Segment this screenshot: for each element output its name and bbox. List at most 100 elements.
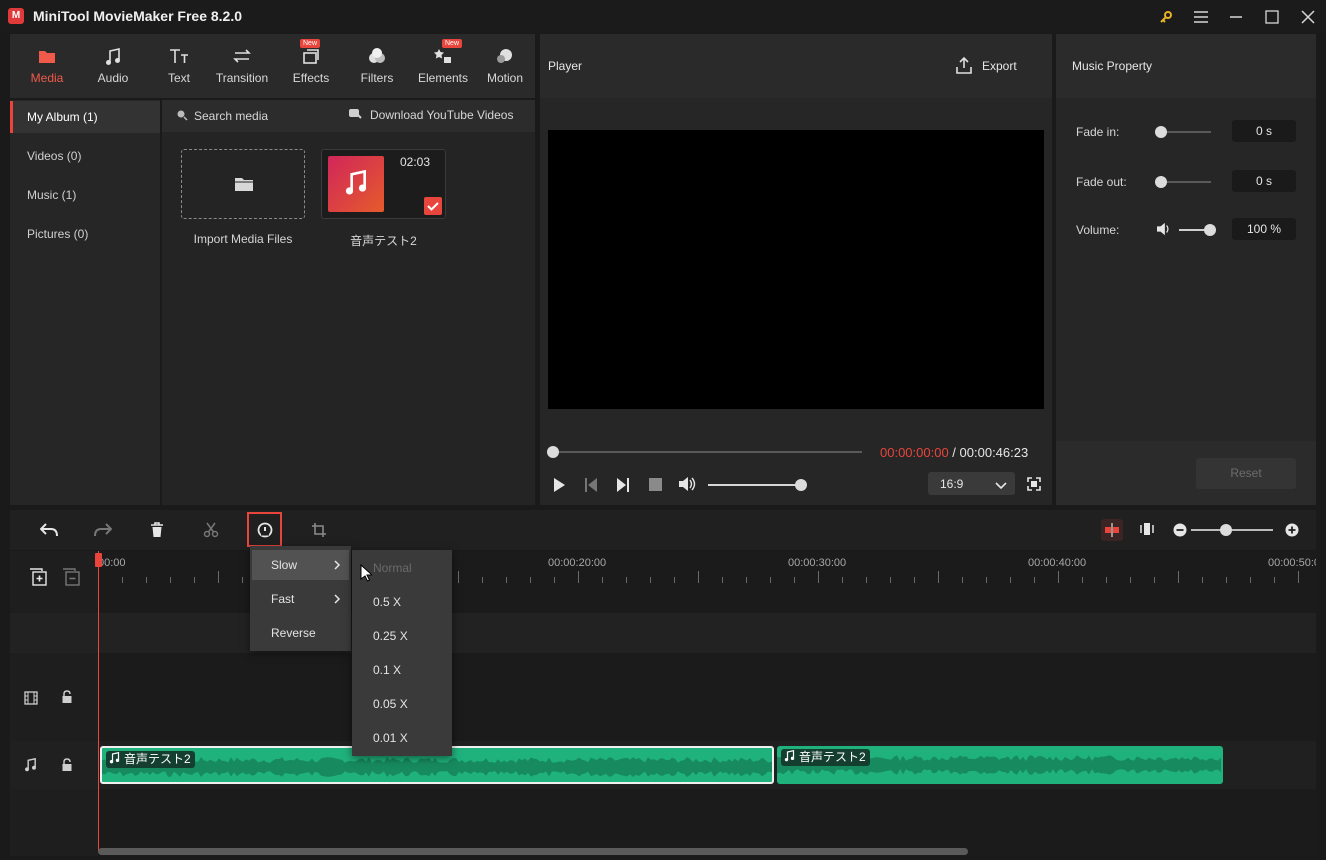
empty-track: [10, 613, 1316, 653]
ruler-tick: [1058, 571, 1059, 583]
checkmark-icon[interactable]: [424, 197, 442, 215]
playback-progress-track[interactable]: [552, 451, 862, 453]
audio-clip[interactable]: 音声テスト2: [777, 746, 1223, 784]
redo-icon[interactable]: [94, 522, 113, 541]
reset-button[interactable]: Reset: [1196, 458, 1296, 489]
import-media-tile[interactable]: [181, 149, 305, 219]
ruler-tick: [746, 577, 747, 583]
zoom-slider-track[interactable]: [1191, 529, 1273, 531]
search-input[interactable]: Search media: [194, 109, 268, 123]
snap-toggle[interactable]: [1101, 519, 1123, 541]
key-icon[interactable]: [1155, 6, 1177, 28]
ruler-label: 00:00:50:00: [1268, 557, 1316, 569]
tab-motion[interactable]: Motion: [476, 34, 534, 98]
film-icon: [24, 691, 38, 708]
window-title: MiniTool MovieMaker Free 8.2.0: [33, 8, 243, 24]
fade-in-value[interactable]: 0 s: [1232, 120, 1296, 142]
ruler-tick: [458, 571, 459, 583]
delete-icon[interactable]: [150, 522, 164, 541]
speed-button[interactable]: [247, 512, 282, 547]
undo-icon[interactable]: [39, 522, 58, 541]
menu-icon[interactable]: [1190, 6, 1212, 28]
ruler-label: 00:00:30:00: [788, 557, 847, 569]
aspect-ratio-select[interactable]: 16:9: [928, 472, 1015, 495]
ruler-tick: [866, 577, 867, 583]
volume-property-slider-knob[interactable]: [1204, 224, 1216, 236]
previous-frame-icon[interactable]: [584, 477, 598, 496]
player-title: Player: [548, 59, 583, 73]
remove-track-icon[interactable]: [62, 568, 80, 589]
fade-out-label: Fade out:: [1076, 175, 1127, 189]
lock-open-icon[interactable]: [61, 690, 73, 707]
album-item-videos[interactable]: Videos (0): [10, 140, 160, 172]
fit-icon[interactable]: [1140, 522, 1154, 539]
ruler-tick: [506, 577, 507, 583]
tab-filters[interactable]: Filters: [344, 34, 410, 98]
menu-item-reverse[interactable]: Reverse: [252, 618, 349, 648]
ruler-tick: [1010, 577, 1011, 583]
tab-audio-label: Audio: [97, 71, 129, 85]
album-item-music[interactable]: Music (1): [10, 179, 160, 211]
scissors-icon[interactable]: [203, 522, 219, 541]
tab-filters-label: Filters: [360, 71, 394, 85]
crop-icon[interactable]: [311, 522, 327, 541]
volume-value[interactable]: 100 %: [1232, 218, 1296, 240]
ruler-tick: [194, 577, 195, 583]
album-item-my-album[interactable]: My Album (1): [10, 101, 160, 133]
ruler-tick: [938, 571, 939, 583]
slow-option-0-01x[interactable]: 0.01 X: [352, 721, 452, 755]
media-toolbar: Media Audio Text Transition New Effects …: [10, 34, 535, 98]
stop-icon[interactable]: [649, 478, 662, 491]
effects-icon: [303, 49, 319, 64]
slow-option-0-25x[interactable]: 0.25 X: [352, 619, 452, 653]
chevron-right-icon: [333, 584, 341, 615]
zoom-out-icon[interactable]: [1173, 523, 1187, 540]
media-item-tile[interactable]: 02:03: [321, 149, 446, 219]
music-note-icon: [784, 749, 795, 762]
timeline-scrollbar[interactable]: [98, 848, 968, 855]
album-item-pictures[interactable]: Pictures (0): [10, 218, 160, 250]
menu-item-label: Reverse: [271, 626, 316, 640]
maximize-icon[interactable]: [1261, 6, 1283, 28]
fade-out-value[interactable]: 0 s: [1232, 170, 1296, 192]
playback-progress-knob[interactable]: [547, 446, 559, 458]
fade-out-slider-track[interactable]: [1160, 181, 1211, 183]
next-frame-icon[interactable]: [616, 477, 630, 496]
tab-transition[interactable]: Transition: [208, 34, 276, 98]
download-youtube-link[interactable]: Download YouTube Videos: [370, 108, 513, 122]
fullscreen-icon[interactable]: [1027, 477, 1041, 494]
lock-open-icon[interactable]: [61, 758, 73, 775]
minimize-icon[interactable]: [1225, 6, 1247, 28]
music-note-icon: [106, 48, 120, 65]
zoom-slider-knob[interactable]: [1220, 524, 1232, 536]
zoom-in-icon[interactable]: [1285, 523, 1299, 540]
volume-slider-knob[interactable]: [795, 479, 807, 491]
ruler-tick: [818, 571, 819, 583]
volume-icon[interactable]: [678, 476, 696, 495]
slow-option-0-05x[interactable]: 0.05 X: [352, 687, 452, 721]
slow-option-0-1x[interactable]: 0.1 X: [352, 653, 452, 687]
waveform: [102, 757, 772, 777]
menu-item-fast[interactable]: Fast: [252, 584, 349, 614]
slow-option-0-5x[interactable]: 0.5 X: [352, 585, 452, 619]
add-track-icon[interactable]: [29, 568, 47, 589]
ruler-tick: [218, 571, 219, 583]
menu-item-slow[interactable]: Slow: [252, 550, 349, 580]
text-icon: [170, 49, 188, 63]
volume-slider-track[interactable]: [708, 484, 801, 486]
fade-in-slider-track[interactable]: [1160, 131, 1211, 133]
tab-media[interactable]: Media: [14, 34, 80, 98]
tab-audio[interactable]: Audio: [80, 34, 146, 98]
play-icon[interactable]: [552, 477, 566, 496]
tab-effects[interactable]: New Effects: [278, 34, 344, 98]
playhead[interactable]: [98, 551, 99, 851]
tab-text[interactable]: Text: [146, 34, 212, 98]
fade-in-slider-knob[interactable]: [1155, 126, 1167, 138]
fade-out-slider-knob[interactable]: [1155, 176, 1167, 188]
export-button[interactable]: Export: [982, 59, 1017, 73]
volume-label: Volume:: [1076, 223, 1120, 237]
close-icon[interactable]: [1297, 6, 1319, 28]
import-media-label: Import Media Files: [193, 232, 293, 246]
playhead-handle[interactable]: [95, 553, 102, 567]
tab-elements[interactable]: New Elements: [410, 34, 476, 98]
